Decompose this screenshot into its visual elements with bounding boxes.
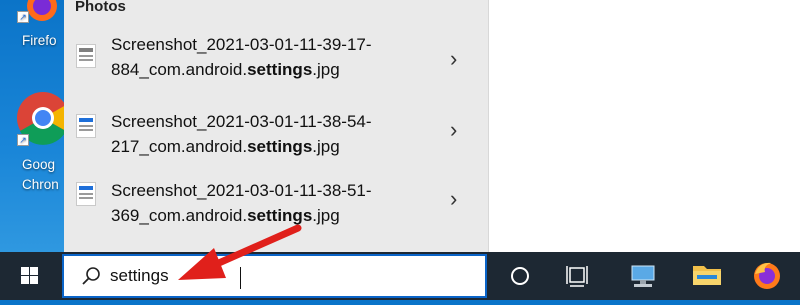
windows-start-icon: [21, 267, 38, 284]
result-name-line1: Screenshot_2021-03-01-11-38-54-: [111, 112, 372, 131]
result-name-line1: Screenshot_2021-03-01-11-39-17-: [111, 35, 372, 54]
firefox-taskbar-button[interactable]: [743, 252, 791, 300]
desktop-icon-firefox[interactable]: ↗ Firefo: [0, 0, 64, 60]
shortcut-arrow-icon: ↗: [17, 11, 29, 23]
search-preview-pane: [488, 0, 800, 252]
chevron-right-icon[interactable]: ›: [450, 46, 457, 72]
search-box[interactable]: settings: [62, 254, 487, 298]
chevron-right-icon[interactable]: ›: [450, 186, 457, 212]
file-explorer-icon: [693, 266, 721, 285]
result-name: Screenshot_2021-03-01-11-38-54- 217_com.…: [111, 109, 372, 159]
result-name-line2: 884_com.android.settings.jpg: [111, 60, 340, 79]
result-name: Screenshot_2021-03-01-11-39-17- 884_com.…: [111, 32, 372, 82]
firefox-icon: [27, 0, 57, 21]
search-input[interactable]: settings: [110, 266, 169, 286]
start-button[interactable]: [0, 252, 60, 300]
results-section-title: Photos: [75, 0, 126, 15]
result-name: Screenshot_2021-03-01-11-38-51- 369_com.…: [111, 178, 372, 228]
taskbar: settings: [0, 252, 800, 300]
search-icon: [82, 267, 100, 285]
desktop-icon-label: Goog: [22, 157, 56, 172]
image-file-icon: [76, 44, 96, 68]
result-name-line2: 217_com.android.settings.jpg: [111, 137, 340, 156]
computer-icon: [631, 265, 655, 287]
file-explorer-taskbar-button[interactable]: [683, 252, 731, 300]
firefox-icon: [754, 262, 780, 289]
cortana-button[interactable]: [496, 252, 544, 300]
task-view-icon: [566, 266, 588, 287]
result-name-line1: Screenshot_2021-03-01-11-38-51-: [111, 181, 372, 200]
cortana-icon: [511, 267, 529, 285]
search-result-item[interactable]: Screenshot_2021-03-01-11-38-54- 217_com.…: [64, 109, 488, 179]
text-caret: [240, 267, 241, 289]
image-file-icon: [76, 182, 96, 206]
task-view-button[interactable]: [553, 252, 601, 300]
search-result-item[interactable]: Screenshot_2021-03-01-11-38-51- 369_com.…: [64, 178, 488, 248]
search-result-item[interactable]: Screenshot_2021-03-01-11-39-17- 884_com.…: [64, 32, 488, 102]
image-file-icon: [76, 114, 96, 138]
shortcut-arrow-icon: ↗: [17, 134, 29, 146]
desktop-icon-chrome[interactable]: ↗ Goog Chron: [0, 88, 64, 198]
desktop-icon-label: Firefo: [22, 33, 57, 48]
chevron-right-icon[interactable]: ›: [450, 117, 457, 143]
computer-taskbar-button[interactable]: [618, 252, 666, 300]
desktop-icon-label: Chron: [22, 177, 59, 192]
chrome-icon: [17, 92, 64, 145]
result-name-line2: 369_com.android.settings.jpg: [111, 206, 340, 225]
